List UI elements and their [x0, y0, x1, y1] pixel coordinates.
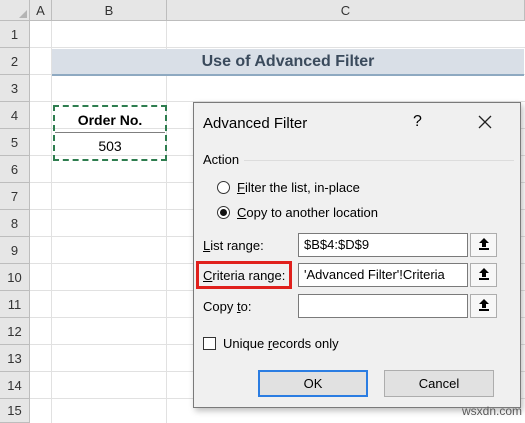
- row-header-5[interactable]: 5: [0, 129, 30, 156]
- column-headers: A B C: [30, 0, 525, 21]
- unique-records-label: Unique records only: [223, 336, 339, 351]
- copy-to-location-radio[interactable]: [217, 206, 230, 219]
- select-all-triangle-icon: [19, 10, 27, 18]
- column-header-a[interactable]: A: [30, 0, 52, 21]
- help-button[interactable]: ?: [413, 113, 422, 131]
- row-header-15[interactable]: 15: [0, 399, 30, 423]
- unique-records-checkbox[interactable]: [203, 337, 216, 350]
- list-range-label: List range:: [203, 238, 264, 253]
- gridline: [30, 47, 525, 48]
- column-header-b[interactable]: B: [52, 0, 167, 21]
- collapse-dialog-icon: [478, 298, 490, 315]
- filter-in-place-radio[interactable]: [217, 181, 230, 194]
- row-header-11[interactable]: 11: [0, 291, 30, 318]
- criteria-range-ref-button[interactable]: [470, 263, 497, 287]
- criteria-header-cell[interactable]: Order No.: [55, 107, 165, 133]
- criteria-value-cell[interactable]: 503: [55, 133, 165, 159]
- group-divider: [244, 160, 514, 161]
- close-icon[interactable]: [474, 111, 496, 133]
- gridline: [166, 21, 167, 423]
- list-range-ref-button[interactable]: [470, 233, 497, 257]
- row-header-2[interactable]: 2: [0, 48, 30, 75]
- gridline: [51, 21, 52, 423]
- row-headers: 1 2 3 4 5 6 7 8 9 10 11 12 13 14 15: [0, 21, 30, 423]
- collapse-dialog-icon: [478, 267, 490, 284]
- row-header-9[interactable]: 9: [0, 237, 30, 264]
- criteria-range-label: Criteria range:: [203, 268, 286, 283]
- row-header-7[interactable]: 7: [0, 183, 30, 210]
- collapse-dialog-icon: [478, 237, 490, 254]
- list-range-input[interactable]: $B$4:$D$9: [298, 233, 468, 257]
- action-group-label: Action: [203, 152, 240, 167]
- row-header-6[interactable]: 6: [0, 156, 30, 183]
- advanced-filter-dialog: Advanced Filter ? Action Filter the list…: [193, 102, 521, 408]
- row-header-13[interactable]: 13: [0, 345, 30, 372]
- row-header-14[interactable]: 14: [0, 372, 30, 399]
- ok-button[interactable]: OK: [258, 370, 368, 397]
- copy-to-input[interactable]: [298, 294, 468, 318]
- filter-in-place-option[interactable]: Filter the list, in-place: [217, 180, 360, 195]
- column-header-c[interactable]: C: [167, 0, 525, 21]
- sheet-title: Use of Advanced Filter: [52, 49, 524, 76]
- filter-in-place-label: Filter the list, in-place: [237, 180, 360, 195]
- copy-to-ref-button[interactable]: [470, 294, 497, 318]
- select-all-corner[interactable]: [0, 0, 30, 21]
- dialog-title: Advanced Filter: [203, 115, 308, 132]
- copy-to-location-option[interactable]: Copy to another location: [217, 205, 378, 220]
- row-header-12[interactable]: 12: [0, 318, 30, 345]
- copy-to-label: Copy to:: [203, 299, 252, 314]
- unique-records-option[interactable]: Unique records only: [203, 336, 339, 351]
- cancel-button[interactable]: Cancel: [384, 370, 494, 397]
- row-header-1[interactable]: 1: [0, 21, 30, 48]
- copy-to-location-label: Copy to another location: [237, 205, 378, 220]
- watermark: wsxdn.com: [462, 404, 523, 418]
- row-header-8[interactable]: 8: [0, 210, 30, 237]
- criteria-range-input[interactable]: 'Advanced Filter'!Criteria: [298, 263, 468, 287]
- row-header-3[interactable]: 3: [0, 75, 30, 102]
- row-header-4[interactable]: 4: [0, 102, 30, 129]
- row-header-10[interactable]: 10: [0, 264, 30, 291]
